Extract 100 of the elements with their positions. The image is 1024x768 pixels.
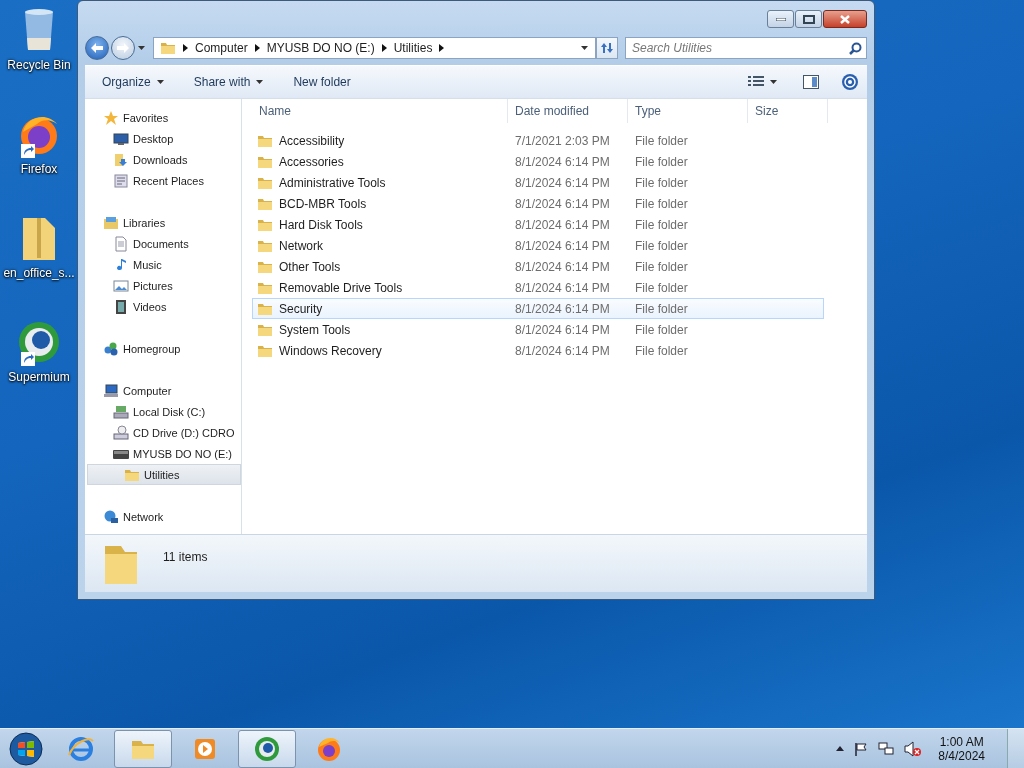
forward-button[interactable] bbox=[111, 35, 135, 60]
file-name: Accessories bbox=[279, 154, 344, 169]
file-row[interactable]: Security 8/1/2024 6:14 PM File folder bbox=[252, 298, 824, 319]
file-name: System Tools bbox=[279, 322, 351, 337]
breadcrumb[interactable]: MYUSB DO NO (E:) bbox=[266, 40, 375, 55]
table-cell-text: File folder bbox=[634, 238, 689, 253]
desktop-icon-label[interactable]: en_office_s... bbox=[3, 266, 75, 280]
document-icon bbox=[113, 235, 129, 252]
file-row[interactable]: Removable Drive Tools 8/1/2024 6:14 PM File folder bbox=[252, 277, 824, 298]
sidebar-item[interactable]: Favorites bbox=[87, 107, 241, 128]
table-cell-text: File folder bbox=[634, 196, 689, 211]
clock[interactable]: 1:00 AM 8/4/2024 bbox=[938, 734, 985, 763]
desktop-icon-label[interactable]: Firefox bbox=[20, 162, 58, 176]
file-row[interactable]: Accessibility 7/1/2021 2:03 PM File folder bbox=[252, 130, 824, 151]
table-cell-text: 8/1/2024 6:14 PM bbox=[514, 259, 611, 274]
file-name: Accessibility bbox=[279, 133, 345, 148]
file-row[interactable]: Administrative Tools 8/1/2024 6:14 PM File folder bbox=[252, 172, 824, 193]
desktop-icon-label[interactable]: Supermium bbox=[8, 370, 70, 384]
toolbar-button[interactable]: Organize bbox=[95, 71, 171, 93]
film-icon bbox=[113, 298, 129, 315]
file-name: BCD-MBR Tools bbox=[279, 196, 367, 211]
close-icon bbox=[840, 14, 850, 24]
minimize-button[interactable] bbox=[767, 10, 794, 28]
sidebar-item[interactable]: Documents bbox=[87, 233, 241, 254]
preview-pane-button[interactable] bbox=[801, 73, 821, 91]
table-cell-text: File folder bbox=[634, 154, 689, 169]
sidebar-item[interactable]: Homegroup bbox=[87, 338, 241, 359]
sidebar-item[interactable]: MYUSB DO NO (E:) bbox=[87, 443, 241, 464]
column-header[interactable]: Type bbox=[628, 99, 748, 123]
network-status-icon[interactable] bbox=[878, 740, 895, 757]
column-header[interactable]: Size bbox=[748, 99, 828, 123]
maximize-button[interactable] bbox=[795, 10, 822, 28]
table-cell-text: 8/1/2024 6:14 PM bbox=[514, 238, 611, 253]
taskbar-button[interactable] bbox=[238, 729, 296, 768]
breadcrumb[interactable]: Computer bbox=[195, 40, 248, 55]
sidebar-item[interactable]: Downloads bbox=[87, 149, 241, 170]
sidebar-item[interactable]: Local Disk (C:) bbox=[87, 401, 241, 422]
breadcrumb[interactable]: Utilities bbox=[393, 40, 433, 55]
file-row[interactable]: Network 8/1/2024 6:14 PM File folder bbox=[252, 235, 824, 256]
browser-icon bbox=[67, 734, 95, 763]
table-cell-text: 8/1/2024 6:14 PM bbox=[514, 301, 611, 316]
star-icon bbox=[103, 109, 119, 126]
clock-date: 8/4/2024 bbox=[938, 748, 985, 763]
forward-arrow-icon bbox=[117, 42, 129, 53]
table-cell-text: 8/1/2024 6:14 PM bbox=[514, 196, 611, 211]
table-cell-text: 8/1/2024 6:14 PM bbox=[514, 280, 611, 295]
flag-icon[interactable] bbox=[854, 741, 869, 756]
file-row[interactable]: Hard Disk Tools 8/1/2024 6:14 PM File folder bbox=[252, 214, 824, 235]
search-field[interactable]: Search Utilities bbox=[625, 36, 867, 59]
sidebar-item[interactable]: Recent Places bbox=[87, 170, 241, 191]
table-cell-text: 7/1/2021 2:03 PM bbox=[514, 133, 611, 148]
file-name: Administrative Tools bbox=[279, 175, 386, 190]
file-name: Other Tools bbox=[279, 259, 341, 274]
sidebar-item[interactable]: Computer bbox=[87, 380, 241, 401]
address-bar[interactable]: Computer MYUSB DO NO (E:) Utilities bbox=[153, 36, 596, 59]
file-row[interactable]: BCD-MBR Tools 8/1/2024 6:14 PM File folder bbox=[252, 193, 824, 214]
sidebar-item[interactable]: Desktop bbox=[87, 128, 241, 149]
taskbar-button[interactable] bbox=[114, 729, 172, 768]
list-view-icon bbox=[748, 76, 764, 88]
file-row[interactable]: Accessories 8/1/2024 6:14 PM File folder bbox=[252, 151, 824, 172]
chevron-icon[interactable] bbox=[183, 43, 188, 52]
start-button[interactable] bbox=[6, 730, 46, 767]
caret-icon[interactable] bbox=[836, 746, 845, 751]
desktop-icon-label[interactable]: Recycle Bin bbox=[7, 58, 71, 72]
file-row[interactable]: Other Tools 8/1/2024 6:14 PM File folder bbox=[252, 256, 824, 277]
close-button[interactable] bbox=[823, 10, 867, 28]
sidebar-item[interactable]: Network bbox=[87, 506, 241, 527]
file-name: Removable Drive Tools bbox=[279, 280, 403, 295]
table-cell-text: 8/1/2024 6:14 PM bbox=[514, 175, 611, 190]
column-header[interactable]: Name bbox=[252, 99, 508, 123]
muted-speaker-icon[interactable] bbox=[904, 740, 923, 757]
caret-icon bbox=[581, 45, 588, 50]
column-header[interactable]: Date modified bbox=[508, 99, 628, 123]
table-cell-text: File folder bbox=[634, 280, 689, 295]
chevron-icon[interactable] bbox=[439, 43, 445, 52]
help-button[interactable] bbox=[839, 71, 861, 93]
chevron-icon[interactable] bbox=[381, 43, 387, 52]
minimize-icon bbox=[775, 17, 786, 21]
shortcut-arrow-icon bbox=[21, 352, 35, 366]
chevron-icon[interactable] bbox=[254, 43, 260, 52]
table-cell-text: File folder bbox=[634, 133, 689, 148]
sidebar-item[interactable]: Pictures bbox=[87, 275, 241, 296]
file-row[interactable]: Windows Recovery 8/1/2024 6:14 PM File folder bbox=[252, 340, 824, 361]
table-cell-text: 8/1/2024 6:14 PM bbox=[514, 322, 611, 337]
file-name: Security bbox=[279, 301, 323, 316]
homegroup-icon bbox=[103, 340, 119, 357]
sidebar-item[interactable]: Videos bbox=[87, 296, 241, 317]
sidebar-item[interactable]: Libraries bbox=[87, 212, 241, 233]
toolbar-button[interactable]: New folder bbox=[286, 71, 358, 93]
sidebar-item[interactable]: Utilities bbox=[87, 464, 241, 485]
monitor-icon bbox=[113, 130, 129, 147]
caret-icon bbox=[770, 80, 777, 84]
toolbar-button[interactable]: Share with bbox=[186, 71, 271, 93]
hard-disk-icon bbox=[113, 403, 129, 420]
refresh-button[interactable] bbox=[596, 36, 618, 59]
file-row[interactable]: System Tools 8/1/2024 6:14 PM File folder bbox=[252, 319, 824, 340]
sidebar-item[interactable]: Music bbox=[87, 254, 241, 275]
back-button[interactable] bbox=[85, 35, 109, 60]
sidebar-item[interactable]: CD Drive (D:) CDRO bbox=[87, 422, 241, 443]
back-arrow-icon bbox=[91, 42, 103, 53]
